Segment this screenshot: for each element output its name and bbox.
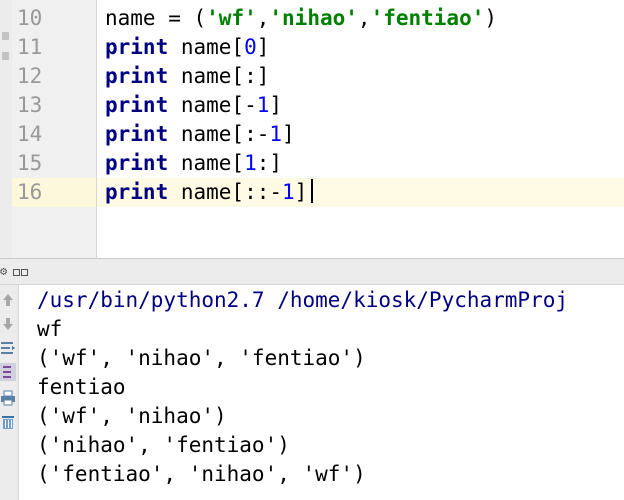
code-line-text: print name[::-1] (105, 178, 314, 207)
console-output-line: wf (37, 317, 63, 341)
code-token: , (357, 6, 371, 30)
code-token: name[:- (168, 122, 270, 146)
line-number: 10 (17, 6, 43, 30)
number-token: 0 (244, 35, 257, 59)
code-token: name[- (168, 93, 257, 117)
number-token: 1 (256, 93, 270, 117)
tool-strip-mark[interactable] (2, 52, 9, 60)
scroll-up-arrow-icon[interactable] (0, 291, 16, 309)
line-number: 15 (17, 151, 43, 175)
clear-trash-icon[interactable] (0, 413, 16, 431)
console-output-line: ('wf', 'nihao') (37, 404, 227, 428)
scroll-to-end-icon[interactable] (0, 363, 16, 381)
line-number-gutter[interactable]: 10 11 12 13 14 15 16 (12, 0, 97, 258)
tool-strip-mark[interactable] (2, 32, 9, 40)
string-token: 'fentiao' (370, 6, 485, 30)
code-token: name[ (168, 35, 245, 59)
code-line[interactable]: name = ('wf','nihao','fentiao') (97, 4, 624, 33)
code-token: name[ (168, 151, 245, 175)
console-output-line: ('wf', 'nihao', 'fentiao') (37, 346, 366, 370)
code-token: ] (282, 122, 295, 146)
code-line-text: print name[:] (105, 62, 269, 91)
run-panel-header: ⚙ (0, 258, 624, 285)
minimize-tab-icon[interactable] (21, 269, 28, 276)
code-editor[interactable]: 10 11 12 13 14 15 16 name = ('wf','nihao','fen… (0, 0, 624, 258)
line-number: 12 (17, 64, 43, 88)
current-code-line[interactable]: print name[::-1] (97, 178, 624, 207)
run-console-output[interactable]: /usr/bin/python2.7 /home/kiosk/PycharmPr… (19, 285, 624, 500)
code-token: , (256, 6, 270, 30)
restore-tab-icon[interactable] (13, 269, 20, 276)
gutter-line[interactable]: 14 (12, 120, 96, 149)
gutter-line[interactable]: 15 (12, 149, 96, 178)
code-token: ] (256, 35, 270, 59)
keyword-token: print (105, 93, 169, 117)
code-line[interactable]: print name[:] (97, 62, 624, 91)
code-line-text: print name[:-1] (105, 120, 295, 149)
gear-icon[interactable]: ⚙ (0, 265, 7, 277)
number-token: 1 (244, 151, 257, 175)
code-token: name[::- (168, 180, 283, 204)
code-token: :] (256, 151, 283, 175)
gutter-line[interactable]: 11 (12, 33, 96, 62)
code-line[interactable]: print name[0] (97, 33, 624, 62)
string-token: 'wf' (206, 6, 257, 30)
code-line-text: name = ('wf','nihao','fentiao') (105, 4, 497, 33)
code-token: name = ( (105, 6, 207, 30)
string-token: 'nihao' (269, 6, 358, 30)
print-icon[interactable] (0, 389, 16, 407)
code-line[interactable]: print name[-1] (97, 91, 624, 120)
code-line[interactable]: print name[1:] (97, 149, 624, 178)
keyword-token: print (105, 64, 169, 88)
project-tool-strip (0, 0, 12, 258)
keyword-token: print (105, 35, 169, 59)
code-area[interactable]: name = ('wf','nihao','fentiao') print nam… (97, 0, 624, 258)
gutter-line[interactable]: 10 (12, 4, 96, 33)
scroll-down-arrow-icon[interactable] (0, 315, 16, 333)
gutter-line[interactable]: 13 (12, 91, 96, 120)
run-toolbar (0, 285, 19, 500)
code-line[interactable]: print name[:-1] (97, 120, 624, 149)
code-line-text: print name[-1] (105, 91, 282, 120)
number-token: 1 (269, 122, 283, 146)
line-number: 11 (17, 35, 43, 59)
line-number: 13 (17, 93, 43, 117)
console-output-line: fentiao (37, 375, 126, 399)
line-number: 14 (17, 122, 43, 146)
console-command-line: /usr/bin/python2.7 /home/kiosk/PycharmPr… (37, 288, 569, 312)
number-token: 1 (282, 180, 295, 204)
console-output-line: ('fentiao', 'nihao', 'wf') (37, 462, 366, 486)
code-token: name[:] (168, 64, 270, 88)
code-line-text: print name[1:] (105, 149, 282, 178)
line-number: 16 (17, 180, 43, 204)
keyword-token: print (105, 180, 169, 204)
keyword-token: print (105, 151, 169, 175)
code-line-text: print name[0] (105, 33, 269, 62)
keyword-token: print (105, 122, 169, 146)
soft-wrap-icon[interactable] (0, 339, 16, 357)
gutter-line[interactable]: 12 (12, 62, 96, 91)
code-token: ] (294, 180, 308, 204)
code-token: ) (484, 6, 498, 30)
console-output-line: ('nihao', 'fentiao') (37, 433, 290, 457)
gutter-line[interactable]: 16 (12, 178, 96, 207)
text-caret (311, 179, 314, 203)
code-token: ] (269, 93, 283, 117)
